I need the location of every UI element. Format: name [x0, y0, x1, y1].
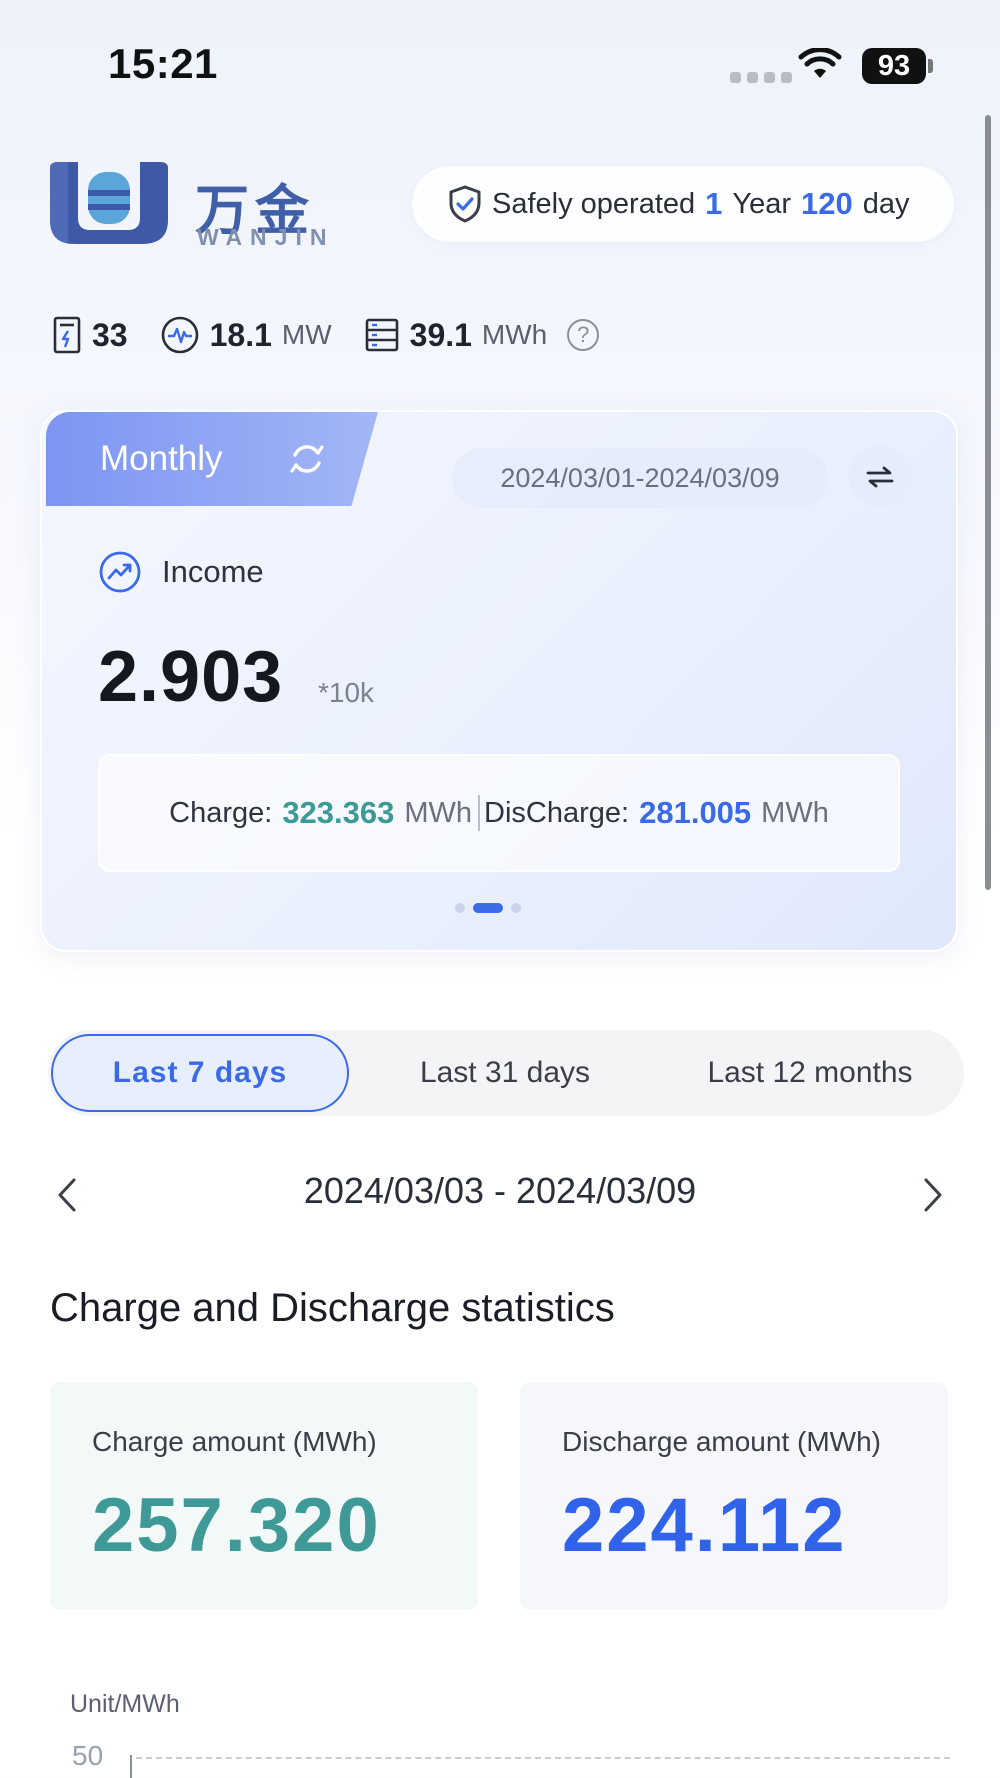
cabinet-count: 33 — [92, 316, 128, 353]
shield-check-icon — [449, 185, 481, 223]
wanjin-logo-icon — [50, 162, 168, 244]
swap-arrows-icon — [866, 466, 894, 488]
chevron-right-icon[interactable] — [918, 1176, 948, 1214]
discharge-amount-card: Discharge amount (MWh) 224.112 — [520, 1382, 948, 1610]
chart-unit-label: Unit/MWh — [70, 1690, 180, 1718]
safe-prefix: Safely operated — [492, 187, 696, 220]
income-label: Income — [162, 554, 264, 589]
plant-stats-row: 33 18.1 MW 39.1 MWh ? — [52, 315, 600, 355]
safe-years: 1 — [705, 186, 723, 221]
income-date-range[interactable]: 2024/03/01-2024/03/09 — [452, 448, 828, 508]
chevron-left-icon[interactable] — [52, 1176, 82, 1214]
capacity-stat: 39.1 MWh — [364, 316, 548, 354]
income-unit: *10k — [318, 677, 375, 708]
tab-last-31-days[interactable]: Last 31 days — [380, 1034, 630, 1112]
charge-amount-value: 257.320 — [92, 1483, 381, 1568]
tab-monthly-label: Monthly — [100, 439, 223, 478]
trend-up-icon — [99, 551, 141, 593]
help-icon[interactable]: ? — [567, 319, 600, 351]
discharge-value: 281.005 — [639, 795, 752, 830]
charge-value: 323.363 — [282, 795, 395, 830]
summary-divider — [478, 795, 481, 831]
charge-unit: MWh — [404, 796, 473, 829]
wifi-icon — [798, 48, 842, 78]
power-stat: 18.1 MW — [160, 315, 332, 355]
section-title: Charge and Discharge statistics — [50, 1286, 615, 1330]
card-page-indicator[interactable] — [455, 903, 521, 913]
discharge-unit: MWh — [761, 796, 829, 829]
chart-y-tick: 50 — [72, 1740, 104, 1771]
safe-days: 120 — [801, 186, 853, 221]
tab-monthly[interactable]: Monthly — [46, 412, 378, 506]
swap-button[interactable] — [849, 446, 911, 508]
income-value: 2.903 — [98, 637, 284, 717]
safe-day-label: day — [862, 187, 910, 220]
battery-cabinet-icon — [53, 316, 81, 354]
charge-discharge-summary: Charge: 323.363 MWh DisCharge: 281.005 M… — [98, 754, 900, 872]
charge-amount-card: Charge amount (MWh) 257.320 — [50, 1382, 478, 1610]
tab-last-12-months[interactable]: Last 12 months — [680, 1034, 940, 1112]
status-time: 15:21 — [108, 40, 218, 87]
page-dot[interactable] — [455, 903, 465, 913]
income-label-row: Income — [98, 550, 264, 594]
battery-indicator: 93 — [862, 48, 926, 84]
cellular-signal-icon — [730, 72, 792, 83]
page-dot-active[interactable] — [473, 903, 503, 913]
discharge-amount-label: Discharge amount (MWh) — [562, 1426, 881, 1457]
capacity-unit: MWh — [481, 319, 548, 350]
power-value: 18.1 — [209, 316, 272, 353]
discharge-amount-value: 224.112 — [562, 1483, 847, 1568]
charge-label: Charge: — [169, 796, 273, 829]
chart-y-axis — [130, 1755, 132, 1778]
tab-last-7-days[interactable]: Last 7 days — [51, 1034, 349, 1112]
discharge-label: DisCharge: — [484, 796, 630, 829]
charge-amount-label: Charge amount (MWh) — [92, 1426, 377, 1457]
cabinet-count-stat: 33 — [52, 316, 128, 354]
date-range-label: 2024/03/03 - 2024/03/09 — [303, 1170, 697, 1211]
safe-year-label: Year — [732, 187, 792, 220]
power-pulse-icon — [161, 316, 198, 354]
battery-tip — [928, 59, 933, 73]
power-unit: MW — [281, 319, 332, 350]
chart-grid-line — [136, 1757, 950, 1759]
page-dot[interactable] — [511, 903, 521, 913]
scrollbar[interactable] — [985, 115, 991, 890]
refresh-icon[interactable] — [287, 439, 327, 479]
safe-operation-badge: Safely operated 1 Year 120 day — [412, 166, 954, 242]
storage-capacity-icon — [365, 318, 398, 352]
capacity-value: 39.1 — [409, 316, 472, 353]
logo-english-text: WANJIN — [197, 224, 335, 250]
